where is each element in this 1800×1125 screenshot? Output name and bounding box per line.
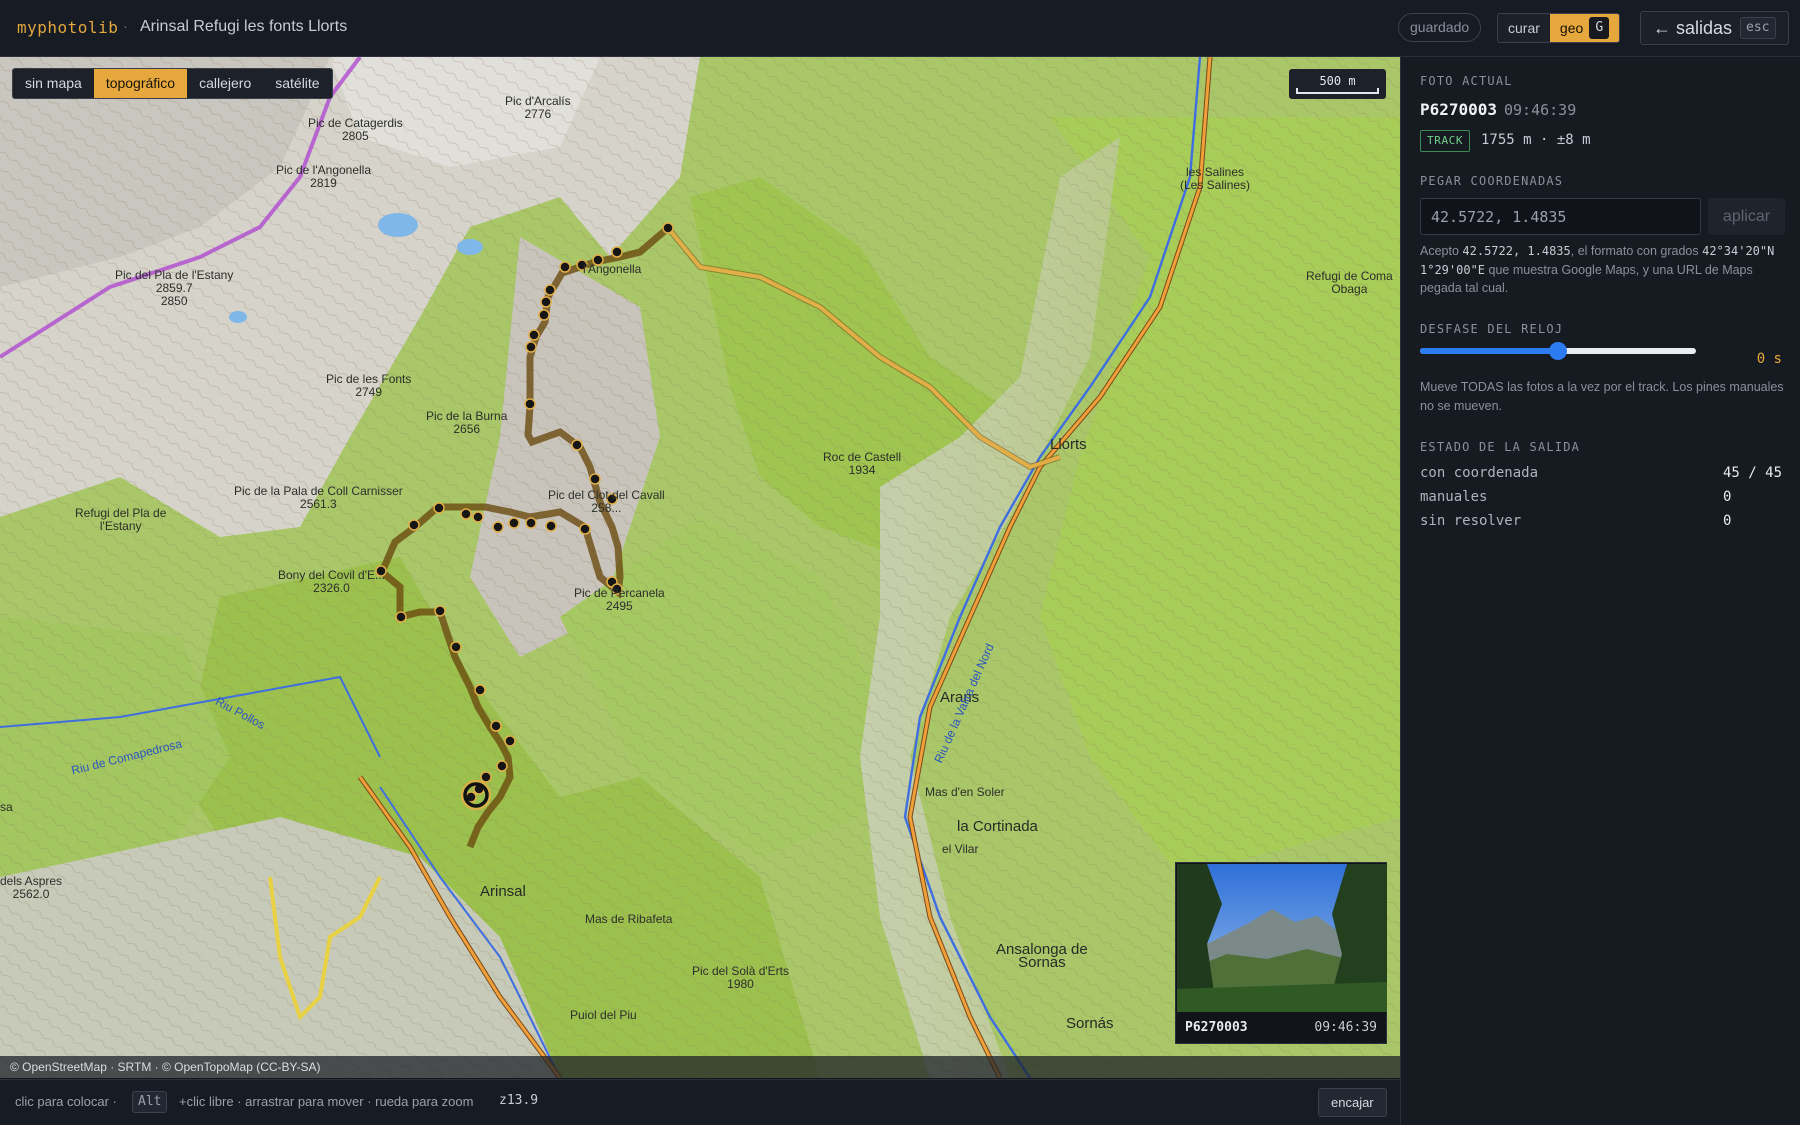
stat-value: 0 [1723, 489, 1732, 505]
help-example-decimal: 42.5722, 1.4835 [1462, 244, 1571, 258]
coordinates-input[interactable] [1420, 198, 1701, 235]
map-label-burna: Pic de la Burna 2656 [426, 409, 508, 436]
mode-curar-button[interactable]: curar [1498, 14, 1550, 42]
fit-bounds-button[interactable]: encajar [1318, 1088, 1387, 1117]
map-label-sola: Pic del Solà d'Erts 1980 [692, 964, 790, 991]
map-label-puiol: Puiol del Piu [570, 1008, 637, 1022]
zoom-level: z13.9 [499, 1093, 539, 1108]
scale-label: 500 m [1319, 74, 1356, 88]
map-label-ansalonga: Ansalonga de Sornas [996, 941, 1088, 971]
help-text-2: , el formato con grados [1570, 244, 1703, 258]
alt-shortcut-key: Alt [132, 1091, 168, 1113]
hint-click: clic para colocar · [15, 1094, 117, 1109]
map-footer: clic para colocar · Alt +clic libre · ar… [0, 1079, 1400, 1125]
map-label-pla-estany: Pic del Pla de l'Estany 2859.7 2850 [115, 268, 234, 308]
map-layer-switch: sin mapa topográfico callejero satélite [12, 68, 333, 99]
map-scale-bar: 500 m [1289, 69, 1386, 99]
track-distance-info: 1755 m · ±8 m [1481, 132, 1591, 148]
mode-switch: curar geo G [1497, 13, 1621, 43]
map-label-sornas: Sornás [1066, 1015, 1114, 1032]
map-label-mas-soler: Mas d'en Soler [925, 785, 1005, 799]
mode-geo-button[interactable]: geo G [1549, 14, 1620, 42]
mode-curar-label: curar [1508, 20, 1540, 36]
saved-status-badge: guardado [1398, 13, 1482, 42]
coordinates-help-text: Acepto 42.5722, 1.4835, el formato con g… [1420, 242, 1785, 298]
layer-button-0[interactable]: sin mapa [13, 69, 94, 98]
stat-value: 45 / 45 [1723, 465, 1783, 481]
map-label-ribafeta: Mas de Ribafeta [585, 912, 673, 926]
map-label-arcalis: Pic d'Arcalís 2776 [505, 94, 571, 121]
map-label-sa: sa [0, 800, 13, 814]
map-label-angonella: l'Angonella [583, 262, 642, 276]
map-label-pala: Pic de la Pala de Coll Carnisser 2561.3 [234, 484, 403, 511]
current-photo-time: 09:46:39 [1504, 101, 1577, 119]
stat-row-unresolved: sin resolver 0 [1420, 513, 1785, 529]
map-label-refugi-coma: Refugi de Coma Obaga [1306, 269, 1393, 296]
stat-row-manual: manuales 0 [1420, 489, 1785, 505]
map-label-llorts: Llorts [1050, 436, 1087, 453]
photo-thumbnail[interactable]: P6270003 09:46:39 [1175, 862, 1387, 1044]
stat-label: con coordenada [1420, 465, 1539, 481]
help-text-1: Acepto [1420, 244, 1463, 258]
layer-button-1[interactable]: topográfico [93, 69, 188, 98]
map-label-salines: les Salines (Les Salines) [1180, 165, 1251, 192]
title-separator: · [123, 18, 128, 35]
clock-offset-value: 0 s [1756, 351, 1782, 367]
map-label-fonts: Pic de les Fonts 2749 [326, 372, 412, 399]
mode-geo-label: geo [1559, 20, 1584, 36]
map-label-aspres: dels Aspres 2562.0 [0, 874, 63, 901]
outing-title: Arinsal Refugi les fonts Llorts [140, 18, 348, 35]
geo-shortcut-key: G [1589, 17, 1610, 39]
track-source-badge: TRACK [1420, 130, 1471, 152]
apply-coordinates-button[interactable]: aplicar [1708, 198, 1785, 235]
current-photo-id: P6270003 [1420, 100, 1498, 119]
map-label-arinsal: Arinsal [480, 883, 526, 900]
photo-thumbnail-image [1177, 864, 1387, 1012]
stat-value: 0 [1723, 513, 1732, 529]
map-label-covil: Bony del Covil d'E... 2326.0 [278, 568, 386, 595]
thumbnail-photo-time: 09:46:39 [1314, 1020, 1377, 1035]
geo-side-panel: FOTO ACTUAL P6270003 09:46:39 TRACK 1755… [1400, 57, 1800, 1125]
outing-state-title: ESTADO DE LA SALIDA [1420, 440, 1581, 454]
thumbnail-photo-id: P6270003 [1185, 1020, 1248, 1035]
stat-row-with-coords: con coordenada 45 / 45 [1420, 465, 1785, 481]
map-attribution[interactable]: © OpenStreetMap · SRTM · © OpenTopoMap (… [0, 1056, 1400, 1078]
current-photo-title: FOTO ACTUAL [1420, 74, 1513, 88]
paste-coords-title: PEGAR COORDENADAS [1420, 174, 1564, 188]
esc-shortcut-key: esc [1740, 17, 1776, 39]
map-label-refugi-estany: Refugi del Pla de l'Estany [75, 506, 167, 533]
layer-button-2[interactable]: callejero [187, 69, 263, 98]
scale-ruler [1296, 88, 1379, 94]
layer-button-3[interactable]: satélite [263, 69, 331, 98]
stat-label: sin resolver [1420, 513, 1522, 529]
map-label-castell: Roc de Castell 1934 [823, 450, 902, 477]
map-label-percanela: Pic de Percanela 2495 [574, 586, 665, 613]
app-brand[interactable]: myphotolib [17, 18, 118, 37]
clock-offset-title: DESFASE DEL RELOJ [1420, 322, 1564, 336]
map-canvas[interactable]: Pic d'Arcalís 2776 Pic de Catagerdis 2805 … [0, 57, 1400, 1078]
map-label-angonella-pic: Pic de l'Angonella 2819 [276, 163, 372, 190]
back-to-outings-label: ← salidas [1653, 17, 1733, 38]
stat-label: manuales [1420, 489, 1488, 505]
hint-controls: +clic libre · arrastrar para mover · rue… [179, 1094, 474, 1109]
map-label-clot: Pic del Clot del Cavall 258... [548, 488, 665, 515]
slider-fill [1420, 348, 1558, 354]
map-label-catagerdis: Pic de Catagerdis 2805 [308, 116, 403, 143]
back-to-outings-button[interactable]: ← salidas esc [1640, 11, 1789, 45]
clock-offset-help: Mueve TODAS las fotos a la vez por el tr… [1420, 380, 1784, 413]
map-label-cortinada: la Cortinada [957, 818, 1038, 835]
clock-offset-slider[interactable] [1420, 342, 1696, 360]
app-header: myphotolib · Arinsal Refugi les fonts Ll… [0, 0, 1800, 57]
slider-handle[interactable] [1549, 342, 1567, 360]
map-label-vilar: el Vilar [942, 842, 979, 856]
